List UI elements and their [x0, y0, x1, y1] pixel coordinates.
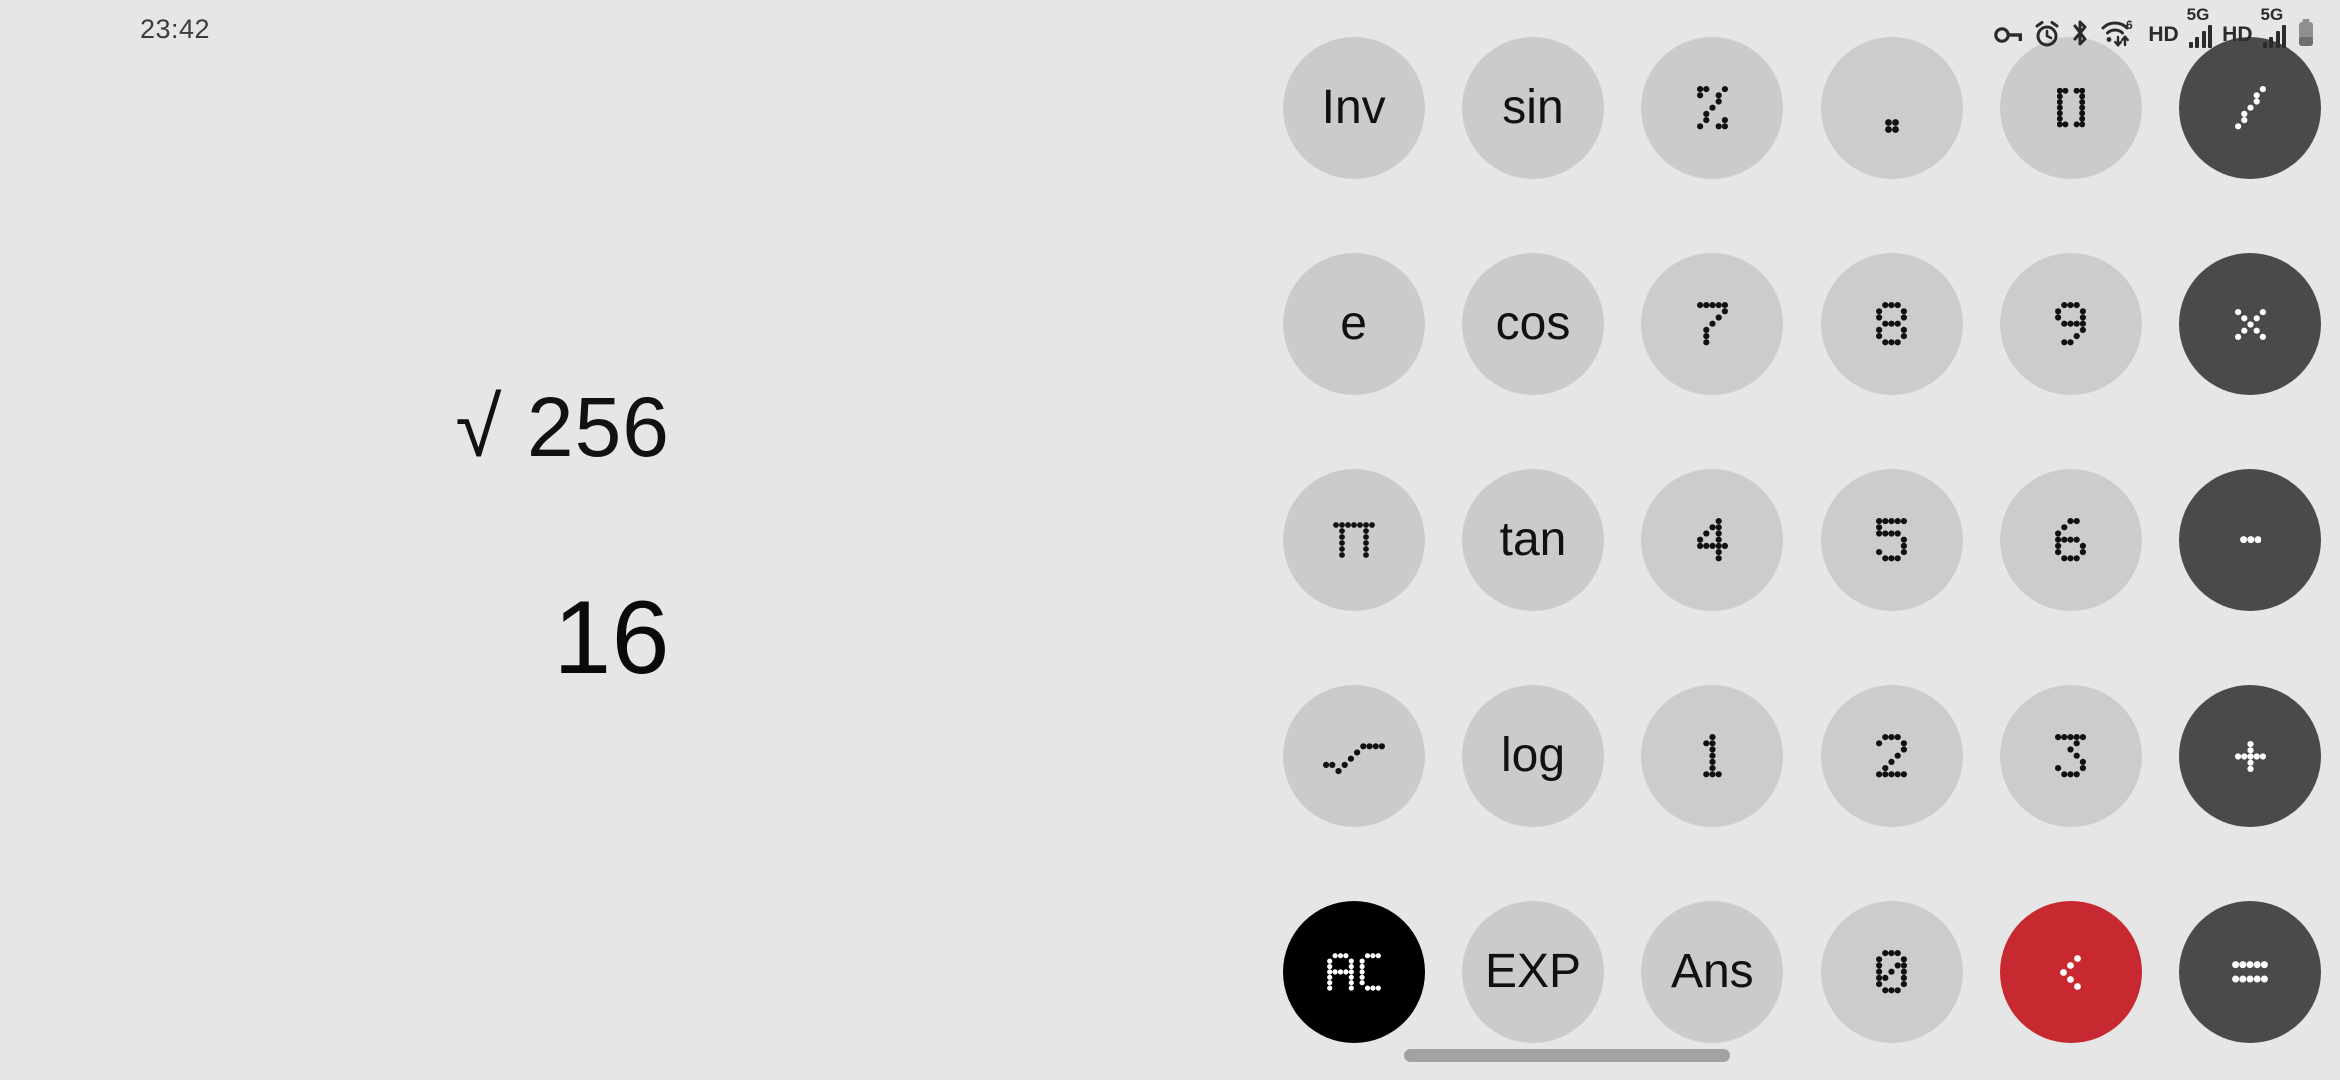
key-0-surface[interactable]: [1820, 901, 1963, 1043]
key-exp-surface[interactable]: EXP: [1461, 901, 1604, 1043]
key-log-label: log: [1500, 729, 1566, 782]
key-pi-glyph: [1332, 522, 1375, 558]
key-7[interactable]: [1623, 216, 1802, 432]
key-5-surface[interactable]: [1820, 469, 1963, 611]
key-sin[interactable]: sin: [1443, 0, 1622, 216]
key-9-glyph: [2055, 302, 2087, 346]
key-9[interactable]: [1981, 216, 2160, 432]
key-sqrt[interactable]: [1264, 648, 1443, 864]
key-parenthesis[interactable]: [1981, 0, 2160, 216]
key-decimal-surface[interactable]: [1820, 37, 1963, 179]
key-5-glyph: [1876, 518, 1908, 562]
key-all-clear-glyph: [1326, 953, 1381, 991]
key-multiply-surface[interactable]: [2179, 253, 2322, 395]
key-add[interactable]: [2161, 648, 2340, 864]
key-5[interactable]: [1802, 432, 1981, 648]
key-6[interactable]: [1981, 432, 2160, 648]
key-cos[interactable]: cos: [1443, 216, 1622, 432]
key-inv-label: Inv: [1321, 81, 1386, 134]
key-percent-surface[interactable]: [1641, 37, 1784, 179]
key-equals-glyph: [2232, 961, 2269, 983]
key-1[interactable]: [1623, 648, 1802, 864]
key-0[interactable]: [1802, 864, 1981, 1080]
key-pi[interactable]: [1264, 432, 1443, 648]
key-divide[interactable]: [2161, 0, 2340, 216]
key-e[interactable]: e: [1264, 216, 1443, 432]
key-8-surface[interactable]: [1820, 253, 1963, 395]
result-text: 16: [553, 580, 670, 696]
key-backspace-surface[interactable]: [1999, 901, 2142, 1043]
calculator-app: 23:42 6 HD 5G HD 5G √ 256 16 Inv sin e c…: [0, 0, 2340, 1080]
key-subtract-surface[interactable]: [2179, 469, 2322, 611]
key-all-clear-surface[interactable]: [1282, 901, 1425, 1043]
key-cos-label: cos: [1495, 297, 1571, 350]
key-3-surface[interactable]: [1999, 685, 2142, 827]
key-exp-label: EXP: [1484, 945, 1581, 998]
key-6-glyph: [2055, 518, 2087, 562]
key-9-surface[interactable]: [1999, 253, 2142, 395]
key-divide-glyph: [2234, 86, 2266, 130]
key-ans-surface[interactable]: Ans: [1641, 901, 1784, 1043]
key-exp[interactable]: EXP: [1443, 864, 1622, 1080]
key-2-surface[interactable]: [1820, 685, 1963, 827]
key-parenthesis-glyph: [2056, 88, 2085, 128]
key-multiply[interactable]: [2161, 216, 2340, 432]
key-sqrt-glyph: [1322, 737, 1385, 775]
key-e-label: e: [1340, 297, 1367, 350]
status-clock: 23:42: [140, 14, 211, 44]
key-e-surface[interactable]: e: [1282, 253, 1425, 395]
key-parenthesis-surface[interactable]: [1999, 37, 2142, 179]
key-cos-surface[interactable]: cos: [1461, 253, 1604, 395]
key-decimal[interactable]: [1802, 0, 1981, 216]
key-8-glyph: [1876, 302, 1908, 346]
key-4-surface[interactable]: [1641, 469, 1784, 611]
key-2[interactable]: [1802, 648, 1981, 864]
key-7-glyph: [1696, 302, 1728, 346]
key-3[interactable]: [1981, 648, 2160, 864]
key-equals-surface[interactable]: [2179, 901, 2322, 1043]
key-tan-surface[interactable]: tan: [1461, 469, 1604, 611]
key-8[interactable]: [1802, 216, 1981, 432]
key-1-glyph: [1697, 734, 1728, 778]
key-ans[interactable]: Ans: [1623, 864, 1802, 1080]
key-2-glyph: [1876, 734, 1908, 778]
key-sin-label: sin: [1502, 81, 1564, 134]
key-ans-label: Ans: [1670, 945, 1754, 998]
key-6-surface[interactable]: [1999, 469, 2142, 611]
key-decimal-glyph: [1884, 84, 1899, 133]
key-sin-surface[interactable]: sin: [1461, 37, 1604, 179]
key-sqrt-surface[interactable]: [1282, 685, 1425, 827]
key-pi-surface[interactable]: [1282, 469, 1425, 611]
key-subtract-glyph: [2239, 536, 2262, 544]
key-percent-glyph: [1696, 86, 1728, 130]
key-tan[interactable]: tan: [1443, 432, 1622, 648]
key-4[interactable]: [1623, 432, 1802, 648]
key-1-surface[interactable]: [1641, 685, 1784, 827]
calculator-display[interactable]: √ 256 16: [0, 56, 940, 1080]
key-equals[interactable]: [2161, 864, 2340, 1080]
key-divide-surface[interactable]: [2179, 37, 2322, 179]
key-tan-label: tan: [1499, 513, 1567, 566]
key-3-glyph: [2055, 734, 2087, 778]
key-multiply-glyph: [2234, 308, 2266, 340]
key-0-glyph: [1876, 950, 1908, 994]
key-backspace-glyph: [2060, 954, 2082, 990]
key-inv[interactable]: Inv: [1264, 0, 1443, 216]
key-backspace[interactable]: [1981, 864, 2160, 1080]
key-inv-surface[interactable]: Inv: [1282, 37, 1425, 179]
key-4-glyph: [1696, 518, 1728, 562]
key-log-surface[interactable]: log: [1461, 685, 1604, 827]
home-gesture-pill[interactable]: [1404, 1049, 1730, 1062]
key-percent[interactable]: [1623, 0, 1802, 216]
expression-text: √ 256: [455, 379, 670, 474]
key-add-glyph: [2234, 740, 2266, 772]
keypad: Inv sin e cos tan log EXP Ans: [1264, 0, 2340, 1080]
key-all-clear[interactable]: [1264, 864, 1443, 1080]
key-7-surface[interactable]: [1641, 253, 1784, 395]
key-log[interactable]: log: [1443, 648, 1622, 864]
key-subtract[interactable]: [2161, 432, 2340, 648]
key-add-surface[interactable]: [2179, 685, 2322, 827]
